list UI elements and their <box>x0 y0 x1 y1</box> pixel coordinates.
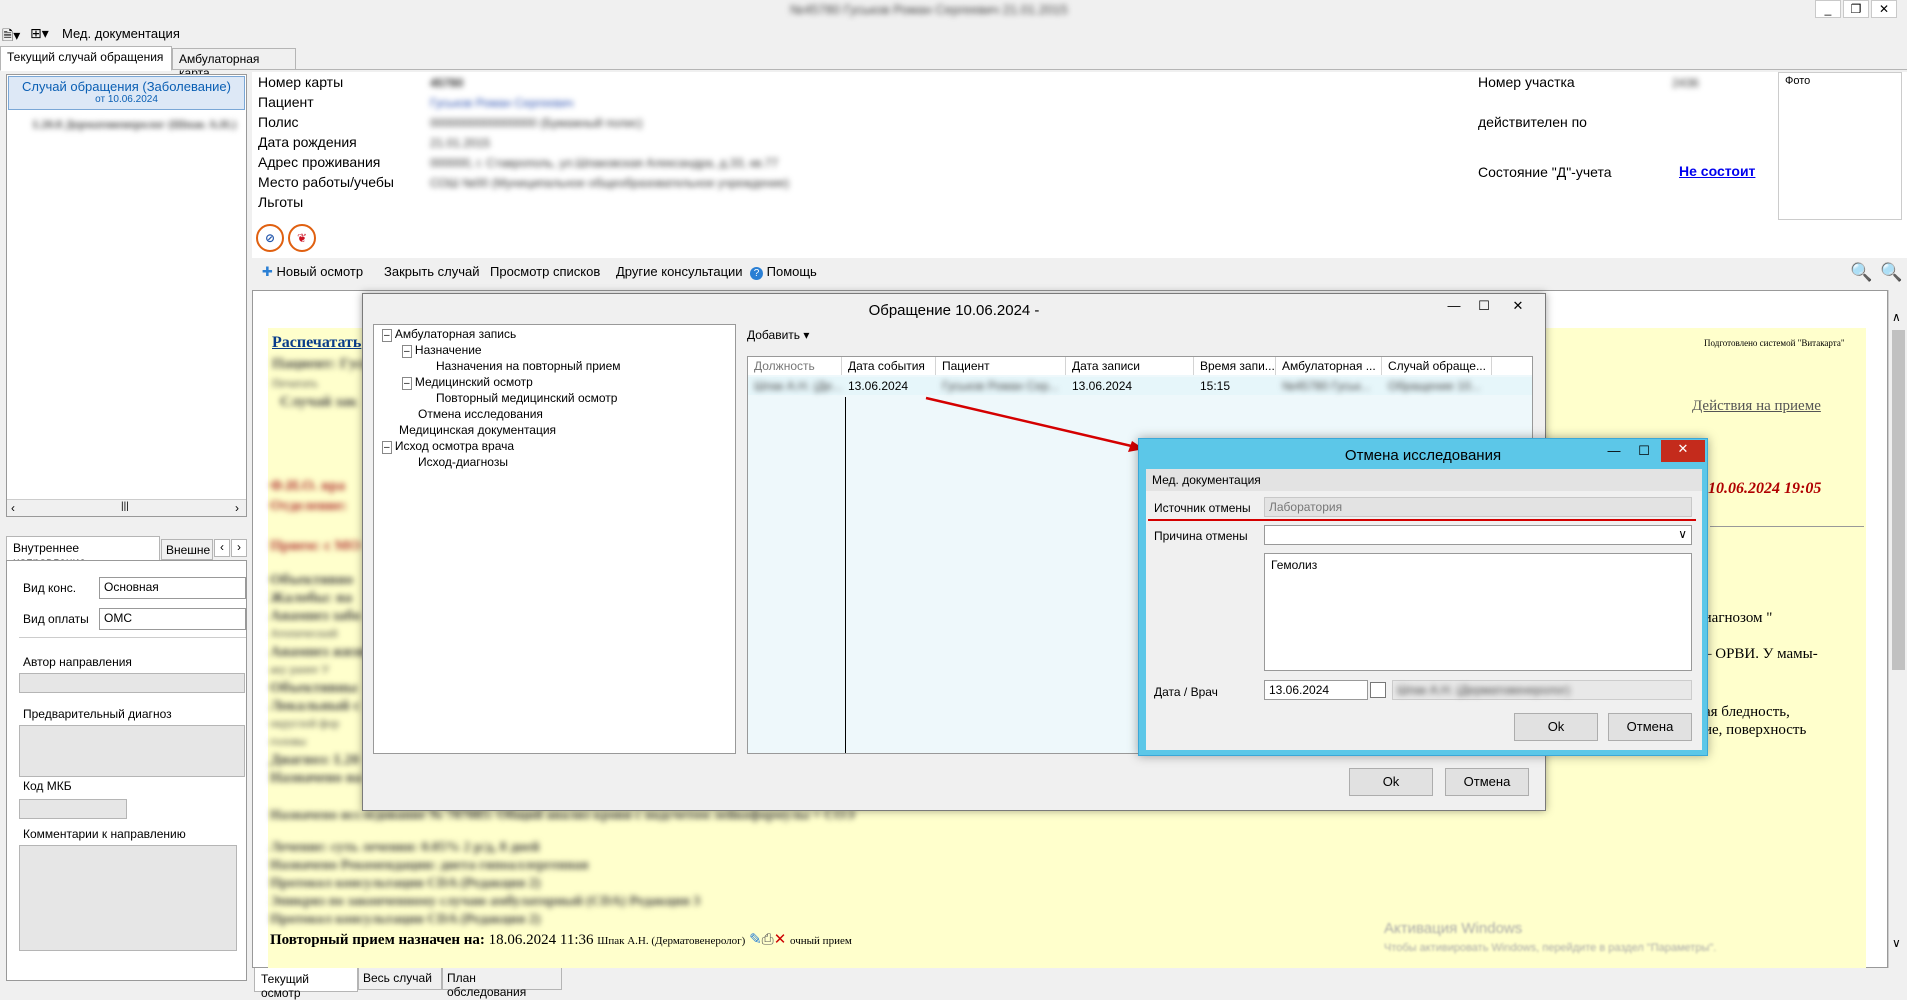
cancel-dialog-close-button[interactable]: ✕ <box>1661 440 1705 462</box>
source-field: Лаборатория <box>1264 497 1692 517</box>
chevron-down-icon[interactable]: ∨ <box>1678 527 1687 541</box>
cancel-dialog-body: Мед. документация Источник отмены Лабора… <box>1146 469 1702 750</box>
cancel-study-dialog: Отмена исследования — ☐ ✕ Мед. документа… <box>1138 438 1708 756</box>
source-label: Источник отмены <box>1154 501 1251 515</box>
arrow-line <box>925 396 1141 450</box>
red-underline-annotation <box>1148 519 1696 521</box>
date-doctor-label: Дата / Врач <box>1154 685 1218 699</box>
date-field[interactable]: 13.06.2024 <box>1264 680 1368 700</box>
cancel-section-header: Мед. документация <box>1146 469 1702 491</box>
reason-select[interactable]: ∨ <box>1264 525 1692 545</box>
date-checkbox[interactable] <box>1370 682 1386 698</box>
doctor-field: Шпак А.Н. (Дерматовенеролог) <box>1392 680 1692 700</box>
reason-label: Причина отмены <box>1154 529 1248 543</box>
reason-text-area[interactable]: Гемолиз <box>1264 553 1692 671</box>
cancel-dialog-maximize-button[interactable]: ☐ <box>1629 442 1659 462</box>
doctor-value: Шпак А.Н. (Дерматовенеролог) <box>1397 683 1571 697</box>
cancel-dialog-cancel-button[interactable]: Отмена <box>1608 713 1692 741</box>
cancel-dialog-ok-button[interactable]: Ok <box>1514 713 1598 741</box>
cancel-dialog-minimize-button[interactable]: — <box>1599 442 1629 462</box>
